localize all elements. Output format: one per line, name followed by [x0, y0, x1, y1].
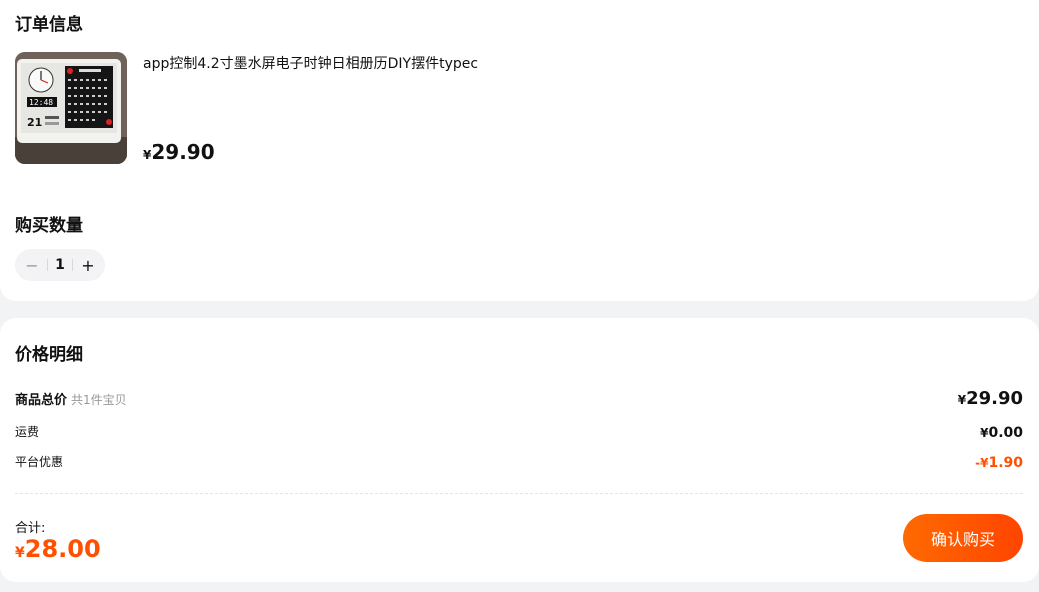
platform-discount-row: 平台优惠 -¥1.90: [15, 452, 1023, 471]
stepper-divider-right: [72, 259, 73, 271]
product-image[interactable]: 12:48 21: [15, 52, 127, 164]
svg-text:21: 21: [27, 116, 42, 129]
order-info-title: 订单信息: [15, 15, 83, 35]
total-currency: ¥: [15, 545, 25, 561]
product-title[interactable]: app控制4.2寸墨水屏电子时钟日相册历DIY摆件typec: [143, 53, 478, 73]
confirm-purchase-button[interactable]: 确认购买: [903, 514, 1023, 562]
price-detail-card: 价格明细 商品总价 共1件宝贝 ¥29.90 运费 ¥0.00 平台优惠 -¥1.…: [0, 318, 1039, 582]
platform-discount-value: 1.90: [988, 455, 1023, 471]
goods-total-currency: ¥: [957, 393, 967, 407]
shipping-amount: ¥0.00: [980, 422, 1023, 441]
e-ink-calendar-clock-icon: 12:48 21: [15, 52, 127, 164]
decrement-button[interactable]: −: [21, 254, 43, 276]
svg-text:12:48: 12:48: [29, 98, 53, 107]
product-price: ¥29.90: [143, 140, 215, 164]
quantity-title: 购买数量: [15, 216, 83, 236]
stepper-divider-left: [47, 259, 48, 271]
goods-count-note: 共1件宝贝: [71, 393, 127, 407]
shipping-row: 运费 ¥0.00: [15, 422, 1023, 441]
increment-button[interactable]: +: [77, 254, 99, 276]
product-price-value: 29.90: [151, 140, 215, 164]
platform-discount-amount: -¥1.90: [975, 452, 1023, 471]
price-detail-title: 价格明细: [15, 345, 83, 365]
platform-discount-prefix: -¥: [975, 456, 989, 470]
quantity-stepper[interactable]: − 1 +: [15, 249, 105, 281]
shipping-value: 0.00: [988, 425, 1023, 441]
total-label: 合计:: [15, 521, 46, 536]
total-amount: ¥28.00: [15, 535, 101, 563]
platform-discount-label: 平台优惠: [15, 455, 64, 469]
shipping-label: 运费: [15, 425, 40, 439]
goods-total-label: 商品总价: [15, 393, 68, 408]
quantity-value[interactable]: 1: [52, 257, 68, 273]
goods-total-label-wrap: 商品总价 共1件宝贝: [15, 389, 127, 408]
goods-total-amount: ¥29.90: [958, 388, 1023, 409]
goods-total-value: 29.90: [966, 388, 1023, 409]
goods-total-row: 商品总价 共1件宝贝 ¥29.90: [15, 388, 1023, 409]
order-card: 订单信息 12:48 21 app控制4.2寸墨水屏电子时钟日相册历DIY摆件t…: [0, 0, 1039, 301]
dashed-divider: [15, 493, 1023, 494]
total-value: 28.00: [24, 535, 101, 563]
